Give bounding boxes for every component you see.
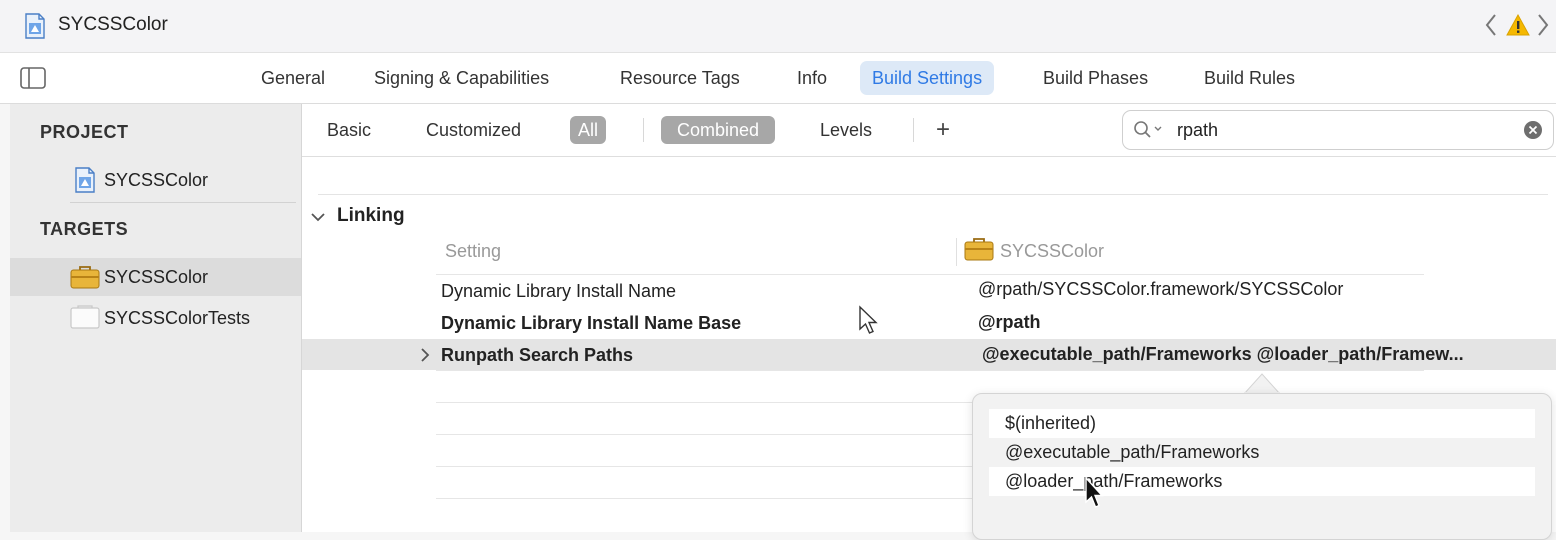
list-item[interactable]: @executable_path/Frameworks xyxy=(989,438,1535,467)
filter-levels[interactable]: Levels xyxy=(812,116,880,144)
sidebar-item-label: SYCSSColor xyxy=(104,170,209,190)
filter-separator xyxy=(643,118,644,142)
tab-info[interactable]: Info xyxy=(785,61,839,95)
sidebar-item-target-sycsscolortests[interactable]: SYCSSColorTests xyxy=(10,299,301,337)
chevron-right-icon[interactable] xyxy=(1536,12,1550,43)
add-setting-button[interactable]: + xyxy=(936,116,950,144)
filter-combined[interactable]: Combined xyxy=(661,116,776,144)
setting-name: Runpath Search Paths xyxy=(441,345,634,365)
arrow-cursor-icon xyxy=(858,305,880,340)
arrow-cursor-icon xyxy=(1084,476,1106,515)
window-title: SYCSSColor xyxy=(58,14,168,35)
sidebar-toggle-icon[interactable] xyxy=(20,67,46,94)
xcode-project-icon xyxy=(74,167,96,198)
setting-row-dynamic-library-install-name[interactable]: Dynamic Library Install Name @rpath/SYCS… xyxy=(302,275,1556,306)
filter-separator xyxy=(913,118,914,142)
section-title-linking[interactable]: Linking xyxy=(337,205,405,227)
build-settings-filter-bar: Basic Customized All Combined Levels + xyxy=(302,104,1556,157)
tab-build-phases[interactable]: Build Phases xyxy=(1031,61,1160,95)
warning-triangle-icon[interactable] xyxy=(1506,13,1530,41)
chevron-left-icon[interactable] xyxy=(1484,12,1498,43)
magnifier-icon[interactable] xyxy=(1133,120,1167,145)
sidebar-item-label: SYCSSColor xyxy=(104,267,209,287)
row-divider xyxy=(436,370,1424,371)
framework-toolbox-icon xyxy=(964,237,994,266)
tab-build-settings[interactable]: Build Settings xyxy=(860,61,995,95)
setting-row-dynamic-library-install-name-base[interactable]: Dynamic Library Install Name Base @rpath xyxy=(302,307,1556,338)
list-item[interactable]: @loader_path/Frameworks xyxy=(989,467,1535,496)
list-item[interactable]: $(inherited) xyxy=(989,409,1535,438)
tab-signing-capabilities[interactable]: Signing & Capabilities xyxy=(362,61,561,95)
clear-circle-icon[interactable] xyxy=(1523,120,1543,145)
column-header-setting: Setting xyxy=(445,241,502,261)
search-field[interactable] xyxy=(1122,110,1554,150)
tab-build-rules[interactable]: Build Rules xyxy=(1192,61,1307,95)
tab-general[interactable]: General xyxy=(249,61,337,95)
filter-all[interactable]: All xyxy=(570,116,607,144)
setting-row-runpath-search-paths[interactable]: Runpath Search Paths @executable_path/Fr… xyxy=(302,339,1556,370)
list-item-empty[interactable] xyxy=(989,496,1535,525)
xcode-project-icon xyxy=(24,13,46,44)
search-input[interactable] xyxy=(1175,117,1509,143)
filter-customized[interactable]: Customized xyxy=(418,116,529,144)
filter-basic[interactable]: Basic xyxy=(319,116,379,144)
framework-toolbox-icon xyxy=(70,265,100,294)
column-separator xyxy=(956,238,957,266)
tab-resource-tags[interactable]: Resource Tags xyxy=(608,61,752,95)
sidebar-item-project[interactable]: SYCSSColor xyxy=(10,161,301,199)
setting-value[interactable]: @rpath xyxy=(978,312,1041,333)
project-navigator-sidebar: PROJECT SYCSSColor TARGETS SYCSSColor SY… xyxy=(10,104,302,532)
runpath-values-popover: $(inherited) @executable_path/Frameworks… xyxy=(972,393,1552,540)
targets-header: TARGETS xyxy=(40,219,129,239)
disclosure-chevron-right-icon[interactable] xyxy=(420,348,430,367)
sidebar-item-target-sycsscolor[interactable]: SYCSSColor xyxy=(10,258,301,296)
title-bar: SYCSSColor xyxy=(0,0,1556,53)
runpath-values-list: $(inherited) @executable_path/Frameworks… xyxy=(989,409,1535,525)
setting-value[interactable]: @rpath/SYCSSColor.framework/SYCSSColor xyxy=(978,279,1343,300)
column-header-target: SYCSSColor xyxy=(1000,241,1105,261)
editor-tab-bar: General Signing & Capabilities Resource … xyxy=(0,53,1556,104)
sidebar-divider xyxy=(70,202,296,203)
test-bundle-icon xyxy=(70,305,100,334)
chevron-down-icon[interactable] xyxy=(310,210,326,228)
project-header: PROJECT xyxy=(40,122,129,142)
sidebar-item-label: SYCSSColorTests xyxy=(104,308,251,328)
section-top-divider xyxy=(318,194,1548,195)
setting-value[interactable]: @executable_path/Frameworks @loader_path… xyxy=(982,344,1464,365)
setting-name: Dynamic Library Install Name xyxy=(441,281,677,301)
setting-name: Dynamic Library Install Name Base xyxy=(441,313,742,333)
